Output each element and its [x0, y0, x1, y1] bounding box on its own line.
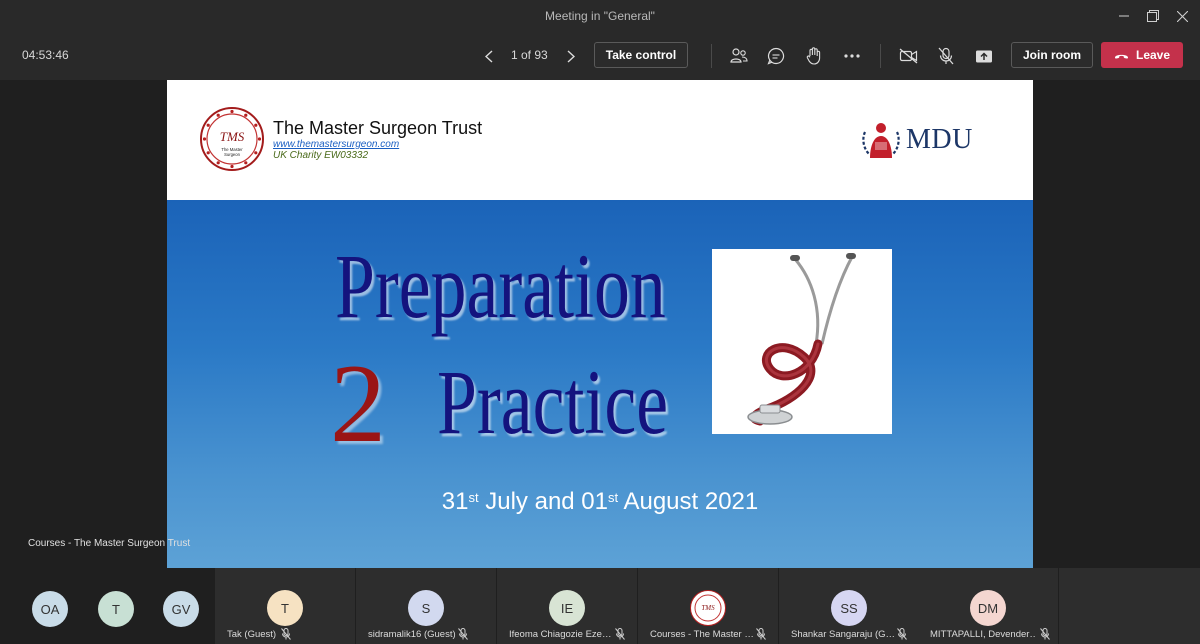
mic-muted-icon: [1040, 628, 1050, 640]
slide-page-indicator: 1 of 93: [511, 48, 548, 62]
hand-icon: [806, 47, 821, 65]
participant-tile[interactable]: TMS Courses - The Master …: [638, 568, 778, 644]
participant-avatar-small-2[interactable]: T: [98, 591, 134, 627]
avatar: SS: [831, 590, 867, 626]
chat-icon: [767, 47, 785, 65]
date-suffix: st: [468, 490, 479, 505]
slide-header: TMS The Master Surgeon The Master Surgeo…: [167, 80, 1033, 200]
mdu-emblem-icon: [861, 118, 901, 162]
date-part: July and 01: [478, 488, 608, 515]
participant-name: Courses - The Master …: [650, 629, 754, 640]
participants-button[interactable]: [728, 45, 750, 67]
participant-name: sidramalik16 (Guest): [368, 629, 456, 640]
participant-tile[interactable]: S sidramalik16 (Guest): [356, 568, 496, 644]
meeting-timer: 04:53:46: [22, 48, 69, 62]
title-bar: Meeting in "General": [0, 0, 1200, 32]
org-name: The Master Surgeon Trust: [273, 118, 483, 138]
svg-text:TMS: TMS: [701, 604, 715, 612]
raise-hand-button[interactable]: [803, 45, 825, 67]
avatar: T: [267, 590, 303, 626]
shared-slide: TMS The Master Surgeon The Master Surgeo…: [167, 80, 1033, 568]
avatar-initials: IE: [560, 600, 574, 616]
camera-off-icon: [899, 48, 918, 64]
overflow-tile: [1059, 568, 1200, 644]
participant-name: Tak (Guest): [227, 629, 277, 640]
avatar-initials: SS: [840, 600, 858, 616]
avatar-initials: GV: [171, 601, 191, 617]
participant-tile[interactable]: T Tak (Guest): [215, 568, 355, 644]
people-icon: [730, 48, 748, 63]
mic-muted-icon: [615, 628, 625, 640]
org-url-link: www.themastersurgeon.com: [273, 139, 400, 150]
previous-slide-button[interactable]: [480, 46, 498, 66]
participant-tile[interactable]: SS Shankar Sangaraju (G…: [779, 568, 919, 644]
restore-icon[interactable]: [1143, 6, 1163, 26]
minimize-icon[interactable]: [1114, 6, 1134, 26]
date-suffix: st: [608, 490, 619, 505]
participant-avatar-small-3[interactable]: GV: [163, 591, 199, 627]
avatar: IE: [549, 590, 585, 626]
toolbar-separator: [880, 44, 881, 68]
window-title: Meeting in "General": [545, 9, 655, 23]
avatar: S: [408, 590, 444, 626]
chevron-right-icon: [567, 49, 575, 63]
leave-button[interactable]: Leave: [1101, 42, 1183, 68]
mic-toggle-button[interactable]: [935, 45, 957, 67]
participant-tile[interactable]: DM MITTAPALLI, Devender…: [918, 568, 1058, 644]
mic-muted-icon: [756, 628, 766, 640]
slide-title-preparation: Preparation: [335, 235, 666, 337]
toolbar-separator: [711, 44, 712, 68]
stethoscope-image: [712, 249, 892, 434]
slide-title-practice: Practice: [437, 351, 669, 453]
close-icon[interactable]: [1172, 6, 1192, 26]
org-charity-number: UK Charity EW03332: [273, 150, 369, 161]
more-dots-icon: [844, 54, 860, 58]
mdu-logo-text: MDU: [906, 124, 973, 155]
avatar-initials: T: [281, 600, 289, 616]
avatar: DM: [970, 590, 1006, 626]
avatar-initials: S: [421, 600, 431, 616]
slide-date: 31st July and 01st August 2021: [167, 488, 1033, 516]
tms-logo-caption-2: Surgeon: [224, 152, 241, 157]
mic-muted-icon: [281, 628, 291, 640]
participant-avatar-small-1[interactable]: OA: [32, 591, 68, 627]
date-part: 31: [441, 488, 469, 515]
tms-logo-initials: TMS: [220, 129, 245, 144]
mic-muted-icon: [458, 628, 468, 640]
hang-up-icon: [1114, 54, 1128, 59]
slide-title-two: 2: [330, 342, 386, 466]
leave-label: Leave: [1135, 48, 1171, 62]
avatar-initials: DM: [977, 600, 999, 616]
stethoscope-icon: [747, 253, 856, 426]
meeting-controls-bar: 04:53:46 1 of 93 Take control Join room …: [0, 32, 1200, 80]
date-part: August 2021: [618, 488, 759, 515]
next-slide-button[interactable]: [562, 46, 580, 66]
tms-logo: TMS The Master Surgeon: [200, 107, 264, 171]
participant-name: Shankar Sangaraju (G…: [791, 629, 896, 640]
join-room-button[interactable]: Join room: [1011, 42, 1093, 68]
mic-off-icon: [938, 47, 954, 65]
share-tray-icon: [976, 50, 992, 62]
participant-roster: OA T GV T Tak (Guest) S sidramalik16 (Gu…: [0, 568, 1200, 644]
chat-button[interactable]: [765, 45, 787, 67]
take-control-button[interactable]: Take control: [594, 42, 688, 68]
share-screen-button[interactable]: [973, 45, 995, 67]
mic-muted-icon: [897, 628, 907, 640]
more-actions-button[interactable]: [841, 45, 863, 67]
chevron-left-icon: [485, 49, 493, 63]
avatar-initials: T: [112, 601, 120, 617]
presentation-stage: TMS The Master Surgeon The Master Surgeo…: [0, 80, 1200, 568]
participant-tile[interactable]: IE Ifeoma Chiagozie Eze…: [497, 568, 637, 644]
avatar-initials: OA: [40, 601, 60, 617]
presenter-name-label: Courses - The Master Surgeon Trust: [28, 538, 191, 549]
tms-logo-avatar: TMS: [690, 590, 726, 626]
camera-toggle-button[interactable]: [897, 45, 921, 67]
participant-name: Ifeoma Chiagozie Eze…: [509, 629, 612, 640]
participant-name: MITTAPALLI, Devender…: [930, 629, 1036, 640]
